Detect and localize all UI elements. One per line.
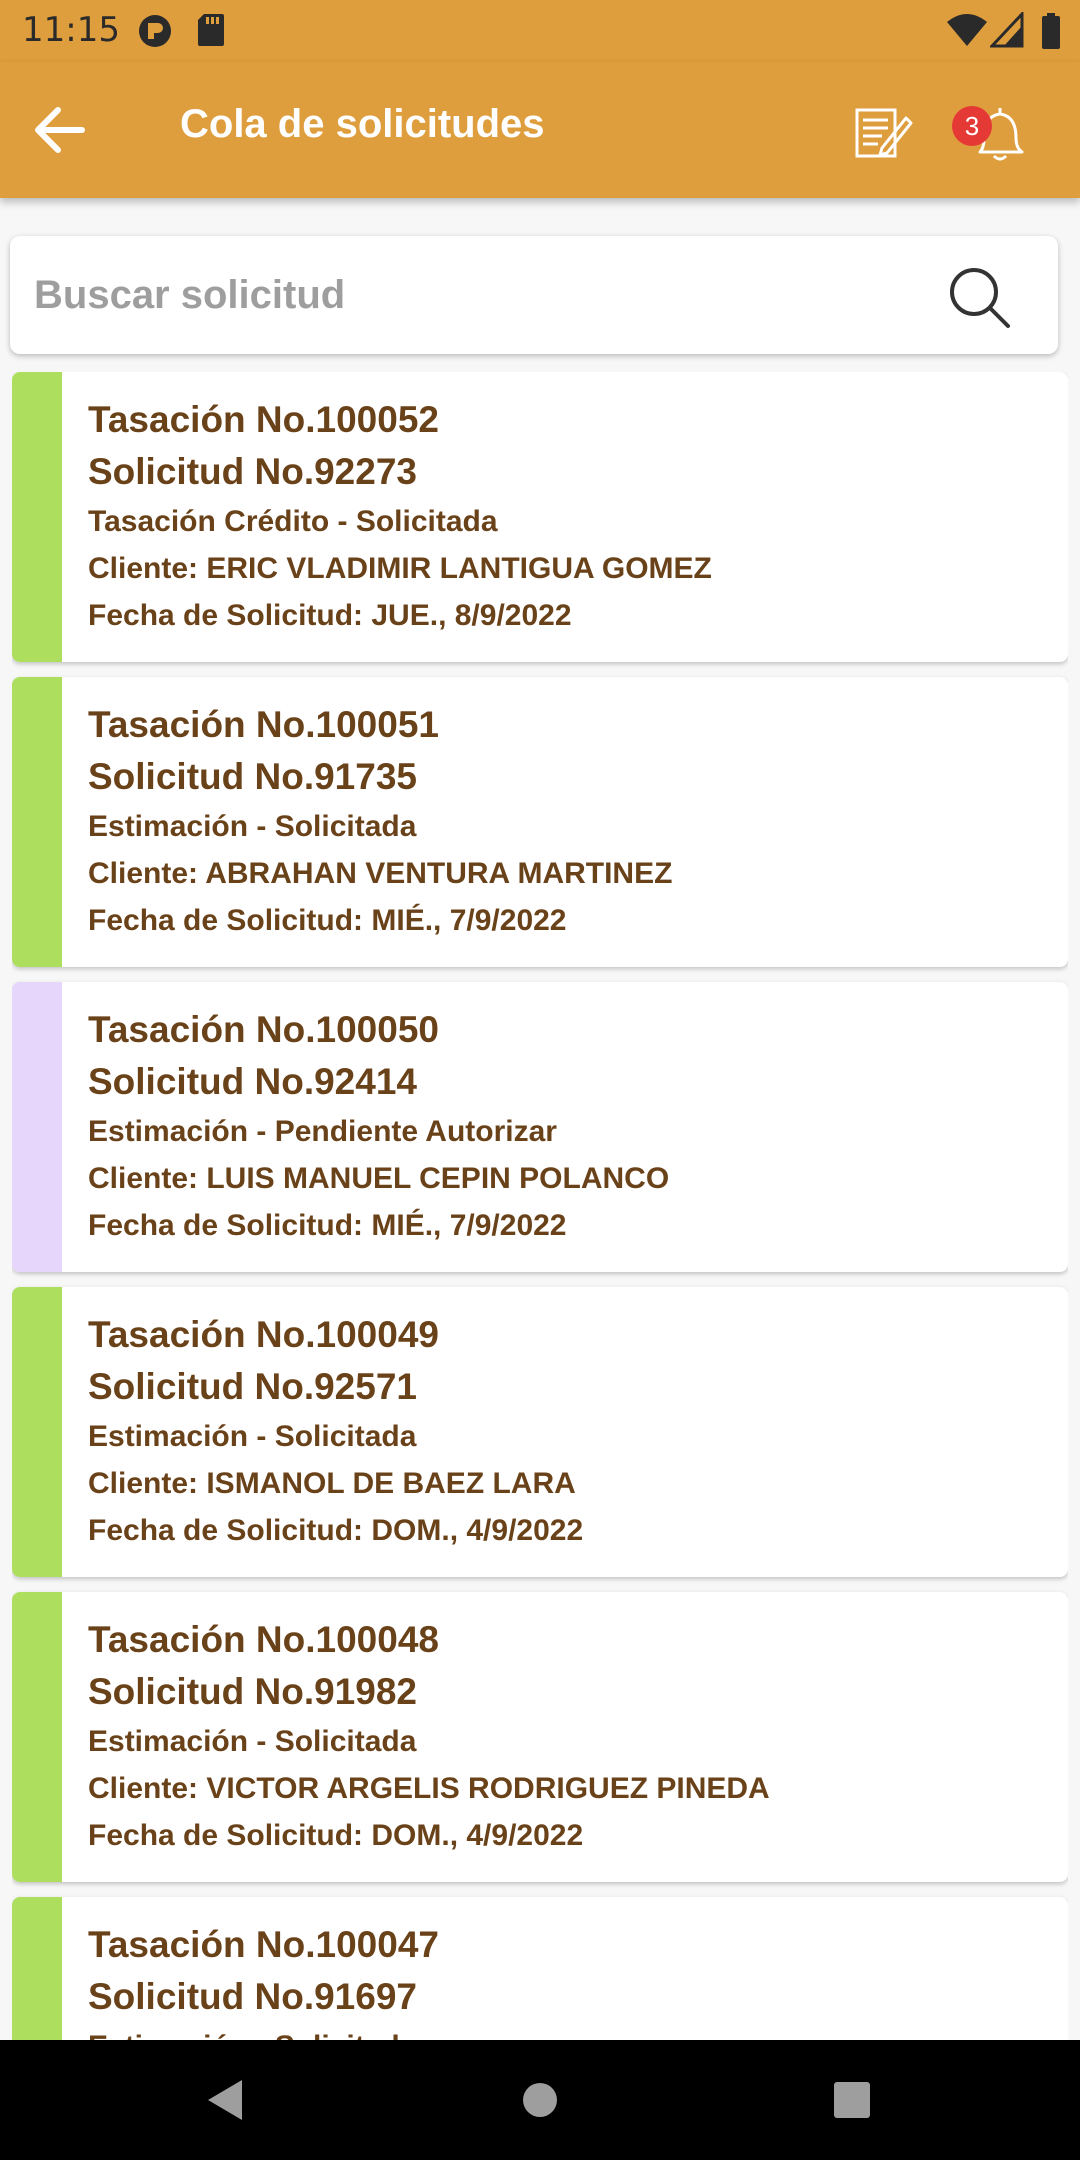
arrow-left-icon	[35, 107, 85, 153]
request-type-status: Tasación Crédito - Solicitada	[88, 505, 498, 538]
search-icon	[950, 268, 1010, 328]
page-title: Cola de solicitudes	[180, 102, 545, 146]
tasacion-number: Tasación No.100052	[88, 399, 439, 440]
app-bar: Cola de solicitudes 3	[0, 62, 1080, 198]
status-time: 11:15	[22, 10, 120, 50]
request-card-body: Tasación No.100047 Solicitud No.91697 Es…	[88, 1919, 439, 2040]
request-date: Fecha de Solicitud: DOM., 4/9/2022	[88, 1819, 584, 1852]
request-type-status: Estimación - Solicitada	[88, 1725, 417, 1758]
request-type-status: Estimación - Solicitada	[88, 2023, 439, 2040]
edit-document-icon	[855, 108, 913, 158]
client-name: Cliente: ERIC VLADIMIR LANTIGUA GOMEZ	[88, 552, 712, 585]
notification-badge: 3	[952, 106, 992, 146]
client-name: Cliente: ISMANOL DE BAEZ LARA	[88, 1467, 576, 1500]
search-button[interactable]	[940, 258, 1020, 338]
square-recents-icon	[834, 2082, 870, 2118]
request-card-body: Tasación No.100050 Solicitud No.92414 Es…	[88, 1004, 669, 1249]
request-date: Fecha de Solicitud: MIÉ., 7/9/2022	[88, 1209, 567, 1242]
system-nav-bar	[0, 2040, 1080, 2160]
request-list: Tasación No.100052 Solicitud No.92273 Ta…	[12, 372, 1068, 2040]
tasacion-number: Tasación No.100050	[88, 1009, 439, 1050]
solicitud-number: Solicitud No.92571	[88, 1366, 417, 1407]
headset-icon	[136, 12, 174, 55]
nav-recents-button[interactable]	[822, 2070, 882, 2130]
request-card-body: Tasación No.100051 Solicitud No.91735 Es…	[88, 699, 672, 944]
client-name: Cliente: ABRAHAN VENTURA MARTINEZ	[88, 857, 673, 890]
tasacion-number: Tasación No.100047	[88, 1924, 439, 1965]
solicitud-number: Solicitud No.92273	[88, 451, 417, 492]
status-stripe	[12, 1287, 62, 1577]
status-stripe	[12, 982, 62, 1272]
circle-home-icon	[523, 2083, 557, 2117]
solicitud-number: Solicitud No.91982	[88, 1671, 417, 1712]
edit-notes-button[interactable]	[852, 102, 914, 164]
solicitud-number: Solicitud No.92414	[88, 1061, 417, 1102]
client-name: Cliente: VICTOR ARGELIS RODRIGUEZ PINEDA	[88, 1772, 770, 1805]
back-button[interactable]	[30, 100, 110, 160]
request-date: Fecha de Solicitud: DOM., 4/9/2022	[88, 1514, 584, 1547]
wifi-icon	[946, 12, 988, 53]
request-type-status: Estimación - Pendiente Autorizar	[88, 1115, 557, 1148]
triangle-back-icon	[208, 2080, 242, 2120]
request-date: Fecha de Solicitud: MIÉ., 7/9/2022	[88, 904, 567, 937]
sd-card-icon	[196, 12, 226, 53]
request-card[interactable]: Tasación No.100050 Solicitud No.92414 Es…	[12, 982, 1068, 1272]
search-bar	[10, 236, 1058, 354]
tasacion-number: Tasación No.100048	[88, 1619, 439, 1660]
status-stripe	[12, 1897, 62, 2040]
request-card[interactable]: Tasación No.100049 Solicitud No.92571 Es…	[12, 1287, 1068, 1577]
request-type-status: Estimación - Solicitada	[88, 810, 417, 843]
solicitud-number: Solicitud No.91697	[88, 1976, 417, 2017]
nav-back-button[interactable]	[196, 2070, 256, 2130]
request-card-body: Tasación No.100048 Solicitud No.91982 Es…	[88, 1614, 770, 1859]
request-card-body: Tasación No.100049 Solicitud No.92571 Es…	[88, 1309, 583, 1554]
solicitud-number: Solicitud No.91735	[88, 756, 417, 797]
client-name: Cliente: LUIS MANUEL CEPIN POLANCO	[88, 1162, 670, 1195]
request-card[interactable]: Tasación No.100047 Solicitud No.91697 Es…	[12, 1897, 1068, 2040]
status-stripe	[12, 677, 62, 967]
notifications-button[interactable]: 3	[950, 100, 1030, 166]
status-stripe	[12, 1592, 62, 1882]
battery-icon	[1040, 12, 1062, 55]
request-card[interactable]: Tasación No.100052 Solicitud No.92273 Ta…	[12, 372, 1068, 662]
nav-home-button[interactable]	[510, 2070, 570, 2130]
status-stripe	[12, 372, 62, 662]
search-input[interactable]	[34, 264, 914, 326]
tasacion-number: Tasación No.100049	[88, 1314, 439, 1355]
status-bar: 11:15	[0, 0, 1080, 62]
signal-icon	[988, 10, 1024, 53]
tasacion-number: Tasación No.100051	[88, 704, 439, 745]
request-type-status: Estimación - Solicitada	[88, 1420, 417, 1453]
request-card-body: Tasación No.100052 Solicitud No.92273 Ta…	[88, 394, 712, 639]
request-card[interactable]: Tasación No.100048 Solicitud No.91982 Es…	[12, 1592, 1068, 1882]
request-date: Fecha de Solicitud: JUE., 8/9/2022	[88, 599, 572, 632]
request-card[interactable]: Tasación No.100051 Solicitud No.91735 Es…	[12, 677, 1068, 967]
